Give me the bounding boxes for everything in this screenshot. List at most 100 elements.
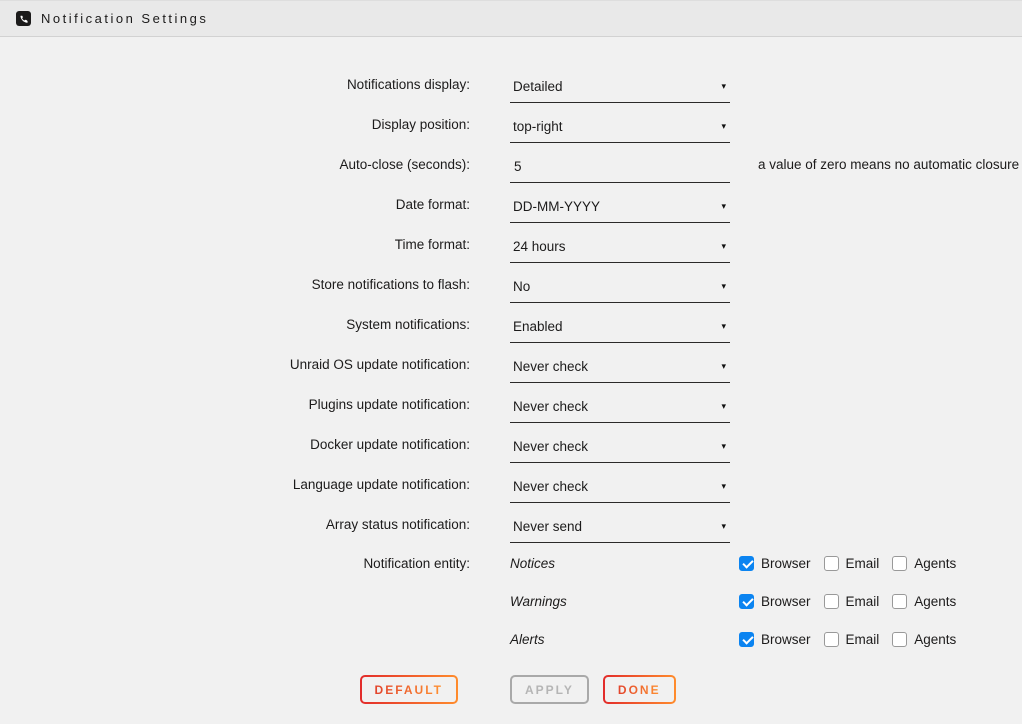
field-label: Unraid OS update notification: bbox=[0, 357, 470, 372]
chevron-down-icon: ▾ bbox=[721, 121, 726, 132]
checkbox-box[interactable] bbox=[739, 632, 754, 647]
chevron-down-icon: ▾ bbox=[721, 481, 726, 492]
select-value: Enabled bbox=[513, 319, 563, 334]
form-row: Unraid OS update notification: Never che… bbox=[0, 344, 1022, 384]
form-row: Store notifications to flash: No ▾ bbox=[0, 264, 1022, 304]
checkbox-label: Browser bbox=[761, 632, 811, 647]
form-row: Auto-close (seconds): a value of zero me… bbox=[0, 144, 1022, 184]
entity-row-alerts: Alerts Browser Email Agents bbox=[0, 620, 1022, 658]
field-label: Plugins update notification: bbox=[0, 397, 470, 412]
chevron-down-icon: ▾ bbox=[721, 361, 726, 372]
settings-form: Notifications display: Detailed ▾ Displa… bbox=[0, 37, 1022, 704]
chevron-down-icon: ▾ bbox=[721, 321, 726, 332]
checkbox-label: Agents bbox=[914, 556, 956, 571]
chevron-down-icon: ▾ bbox=[721, 81, 726, 92]
field-label: Array status notification: bbox=[0, 517, 470, 532]
checkbox-label: Agents bbox=[914, 594, 956, 609]
form-row: Notifications display: Detailed ▾ bbox=[0, 64, 1022, 104]
checkbox-label: Agents bbox=[914, 632, 956, 647]
chevron-down-icon: ▾ bbox=[721, 401, 726, 412]
field-label: Notification entity: bbox=[0, 556, 470, 571]
form-row: Time format: 24 hours ▾ bbox=[0, 224, 1022, 264]
checkbox-warnings-email[interactable]: Email bbox=[824, 594, 880, 609]
select-value: Never check bbox=[513, 359, 588, 374]
field-label: System notifications: bbox=[0, 317, 470, 332]
checkbox-label: Browser bbox=[761, 594, 811, 609]
done-button[interactable]: DONE bbox=[603, 675, 676, 704]
chevron-down-icon: ▾ bbox=[721, 241, 726, 252]
chevron-down-icon: ▾ bbox=[721, 201, 726, 212]
checkbox-notices-email[interactable]: Email bbox=[824, 556, 880, 571]
checkbox-warnings-agents[interactable]: Agents bbox=[892, 594, 956, 609]
checkbox-label: Browser bbox=[761, 556, 811, 571]
field-label: Display position: bbox=[0, 117, 470, 132]
select-value: DD-MM-YYYY bbox=[513, 199, 600, 214]
field-label: Time format: bbox=[0, 237, 470, 252]
checkbox-label: Email bbox=[846, 556, 880, 571]
checkbox-label: Email bbox=[846, 632, 880, 647]
entity-row-warnings: Warnings Browser Email Agents bbox=[0, 582, 1022, 620]
select-value: No bbox=[513, 279, 530, 294]
button-row: DEFAULT APPLY DONE bbox=[0, 675, 1022, 704]
system-notifications-select[interactable]: Enabled ▾ bbox=[510, 317, 730, 343]
field-label: Auto-close (seconds): bbox=[0, 157, 470, 172]
titlebar: Notification Settings bbox=[0, 0, 1022, 37]
select-value: top-right bbox=[513, 119, 563, 134]
select-value: Detailed bbox=[513, 79, 563, 94]
checkbox-box[interactable] bbox=[739, 594, 754, 609]
checkbox-box[interactable] bbox=[892, 632, 907, 647]
field-label: Language update notification: bbox=[0, 477, 470, 492]
form-row: System notifications: Enabled ▾ bbox=[0, 304, 1022, 344]
language-update-select[interactable]: Never check ▾ bbox=[510, 477, 730, 503]
select-value: Never send bbox=[513, 519, 582, 534]
plugins-update-select[interactable]: Never check ▾ bbox=[510, 397, 730, 423]
entity-name-warnings: Warnings bbox=[510, 594, 739, 609]
form-row: Plugins update notification: Never check… bbox=[0, 384, 1022, 424]
checkbox-box[interactable] bbox=[892, 556, 907, 571]
field-label: Store notifications to flash: bbox=[0, 277, 470, 292]
docker-update-select[interactable]: Never check ▾ bbox=[510, 437, 730, 463]
checkbox-box[interactable] bbox=[892, 594, 907, 609]
field-label: Date format: bbox=[0, 197, 470, 212]
checkbox-box[interactable] bbox=[824, 556, 839, 571]
auto-close-input[interactable] bbox=[510, 157, 730, 183]
checkbox-notices-browser[interactable]: Browser bbox=[739, 556, 811, 571]
checkbox-box[interactable] bbox=[824, 632, 839, 647]
chevron-down-icon: ▾ bbox=[721, 521, 726, 532]
date-format-select[interactable]: DD-MM-YYYY ▾ bbox=[510, 197, 730, 223]
array-status-select[interactable]: Never send ▾ bbox=[510, 517, 730, 543]
checkbox-label: Email bbox=[846, 594, 880, 609]
form-row: Array status notification: Never send ▾ bbox=[0, 504, 1022, 544]
field-note: a value of zero means no automatic closu… bbox=[758, 157, 1019, 172]
unraid-os-update-select[interactable]: Never check ▾ bbox=[510, 357, 730, 383]
checkbox-alerts-browser[interactable]: Browser bbox=[739, 632, 811, 647]
notifications-display-select[interactable]: Detailed ▾ bbox=[510, 77, 730, 103]
select-value: Never check bbox=[513, 439, 588, 454]
form-row: Display position: top-right ▾ bbox=[0, 104, 1022, 144]
checkbox-alerts-email[interactable]: Email bbox=[824, 632, 880, 647]
entity-name-alerts: Alerts bbox=[510, 632, 739, 647]
store-notifications-select[interactable]: No ▾ bbox=[510, 277, 730, 303]
select-value: 24 hours bbox=[513, 239, 566, 254]
form-row: Docker update notification: Never check … bbox=[0, 424, 1022, 464]
checkbox-alerts-agents[interactable]: Agents bbox=[892, 632, 956, 647]
form-row: Language update notification: Never chec… bbox=[0, 464, 1022, 504]
select-value: Never check bbox=[513, 399, 588, 414]
chevron-down-icon: ▾ bbox=[721, 441, 726, 452]
default-button[interactable]: DEFAULT bbox=[360, 675, 458, 704]
display-position-select[interactable]: top-right ▾ bbox=[510, 117, 730, 143]
field-label: Notifications display: bbox=[0, 77, 470, 92]
checkbox-box[interactable] bbox=[739, 556, 754, 571]
select-value: Never check bbox=[513, 479, 588, 494]
time-format-select[interactable]: 24 hours ▾ bbox=[510, 237, 730, 263]
checkbox-notices-agents[interactable]: Agents bbox=[892, 556, 956, 571]
checkbox-box[interactable] bbox=[824, 594, 839, 609]
field-label: Docker update notification: bbox=[0, 437, 470, 452]
apply-button[interactable]: APPLY bbox=[510, 675, 589, 704]
entity-name-notices: Notices bbox=[510, 556, 739, 571]
entity-row-notices: Notification entity: Notices Browser Ema… bbox=[0, 544, 1022, 582]
page-title: Notification Settings bbox=[41, 11, 208, 26]
phone-square-icon bbox=[16, 11, 31, 26]
form-row: Date format: DD-MM-YYYY ▾ bbox=[0, 184, 1022, 224]
checkbox-warnings-browser[interactable]: Browser bbox=[739, 594, 811, 609]
